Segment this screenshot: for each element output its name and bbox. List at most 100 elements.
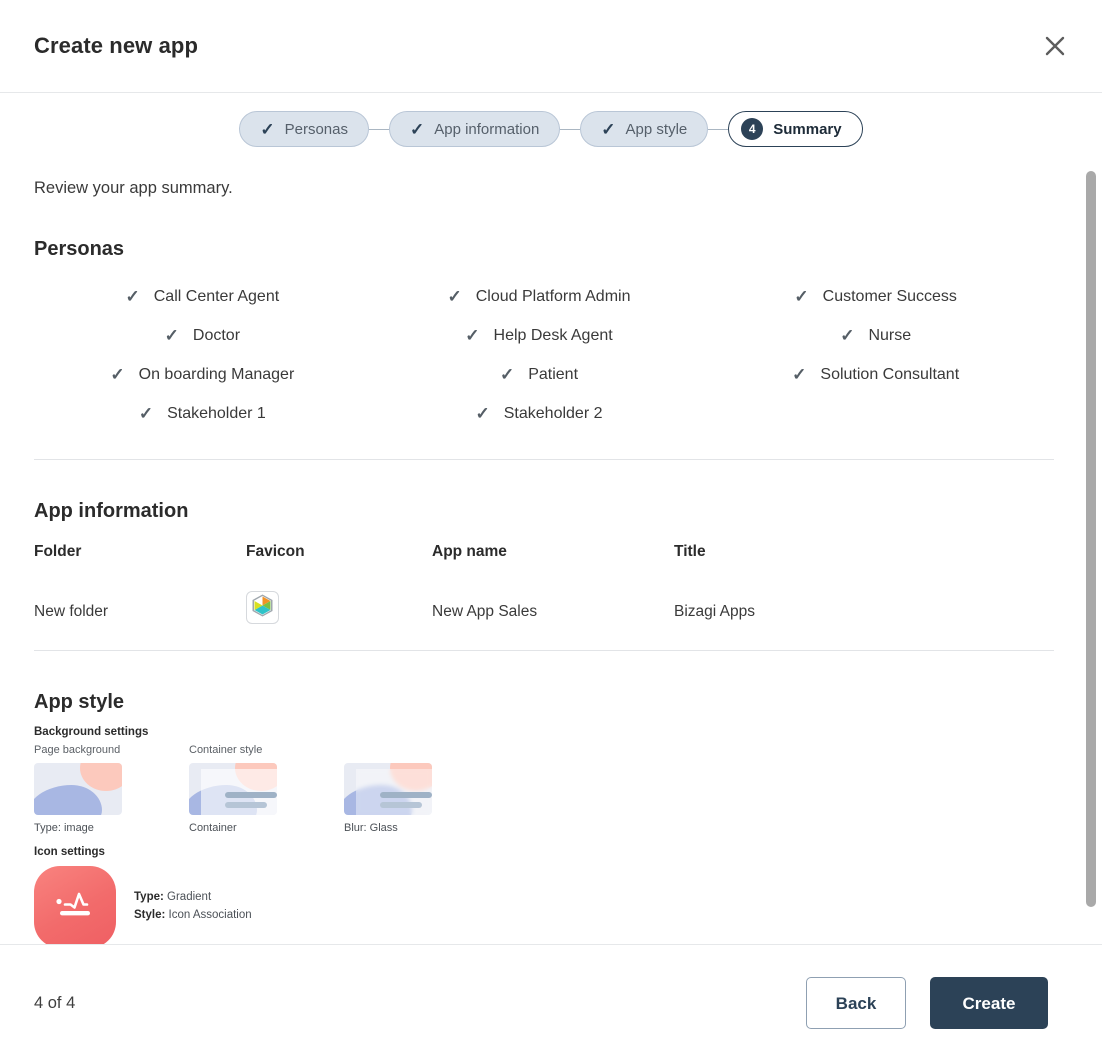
persona-item: ✓ Call Center Agent [34, 277, 371, 316]
modal-header: Create new app [0, 0, 1102, 93]
check-icon: ✓ [138, 404, 154, 423]
container-caption: Container [189, 822, 237, 834]
check-icon: ✓ [164, 326, 179, 345]
value-folder: New folder [34, 602, 109, 620]
modal-body: Review your app summary. Personas ✓ Call… [0, 157, 1102, 944]
persona-label: Help Desk Agent [493, 326, 613, 344]
icon-type-row: Type: Gradient [134, 889, 252, 907]
step-app-style[interactable]: ✓ App style [580, 111, 709, 147]
step-connector [560, 128, 581, 130]
value-favicon-cell [246, 571, 432, 624]
step-connector [368, 128, 389, 130]
persona-label: Call Center Agent [153, 287, 280, 305]
container-style-label: Container style [189, 744, 263, 756]
page-background-caption: Type: image [34, 822, 94, 834]
icon-settings-meta: Type: Gradient Style: Icon Association [134, 889, 252, 925]
step-app-information[interactable]: ✓ App information [388, 111, 561, 147]
persona-label: Solution Consultant [820, 365, 960, 383]
check-icon: ✓ [601, 119, 616, 139]
background-settings-label: Background settings [34, 726, 149, 738]
thumb-blob-shape [34, 785, 102, 815]
persona-item: ✓ Stakeholder 1 [34, 394, 371, 433]
modal-footer: 4 of 4 Back Create [0, 944, 1102, 1061]
persona-label: Cloud Platform Admin [475, 287, 631, 305]
wizard-stepper: ✓ Personas ✓ App information ✓ App style… [0, 93, 1102, 157]
blur-glass-thumbnail[interactable] [344, 763, 432, 815]
icon-style-value: Icon Association [168, 909, 252, 921]
persona-item: ✓ Cloud Platform Admin [371, 277, 708, 316]
icon-type-value: Gradient [167, 891, 212, 904]
persona-item: ✓ Solution Consultant [707, 355, 1044, 394]
section-divider [34, 459, 1054, 460]
section-divider [34, 650, 1054, 651]
thumb-bar-secondary [380, 802, 422, 808]
app-information-grid: Folder Favicon App name Title New folder [34, 543, 1054, 624]
step-personas[interactable]: ✓ Personas [239, 111, 369, 147]
icon-type-key: Type: [134, 891, 164, 904]
page-background-thumbnail[interactable] [34, 763, 122, 815]
create-new-app-modal: Create new app ✓ Personas ✓ App informat… [0, 0, 1102, 1061]
check-icon: ✓ [792, 365, 807, 384]
step-number-badge: 4 [741, 118, 764, 140]
persona-label: Doctor [192, 326, 241, 344]
persona-label: Customer Success [822, 287, 957, 305]
step-label: App style [625, 120, 688, 138]
close-icon [1044, 35, 1066, 57]
bizagi-cube-icon [252, 594, 273, 622]
step-connector [708, 128, 729, 130]
persona-label: Nurse [868, 326, 912, 344]
pulse-activity-icon [53, 890, 97, 925]
check-icon: ✓ [475, 404, 490, 423]
page-background-column: Page background Type: image [34, 744, 189, 834]
column-header-title: Title [674, 543, 706, 560]
page-count-label: 4 of 4 [34, 993, 76, 1012]
container-style-thumbnail[interactable] [189, 763, 277, 815]
check-icon: ✓ [465, 326, 480, 345]
icon-settings-row: Type: Gradient Style: Icon Association [34, 866, 1042, 944]
persona-label: Patient [528, 365, 579, 383]
step-summary[interactable]: 4 Summary [728, 111, 863, 147]
column-header-folder: Folder [34, 543, 82, 560]
favicon-thumbnail [246, 591, 279, 624]
check-icon: ✓ [499, 365, 515, 384]
value-app-name: New App Sales [432, 602, 538, 620]
check-icon: ✓ [447, 287, 462, 306]
app-information-section-title: App information [34, 500, 189, 522]
create-button[interactable]: Create [930, 977, 1048, 1029]
persona-item: ✓ Nurse [707, 316, 1044, 355]
persona-item: ✓ Doctor [34, 316, 371, 355]
scrollbar-track[interactable] [1086, 171, 1096, 934]
check-icon: ✓ [409, 119, 425, 139]
app-icon-preview[interactable] [34, 866, 116, 944]
container-style-column: Container style Container [189, 744, 344, 834]
personas-grid: ✓ Call Center Agent ✓ Cloud Platform Adm… [34, 277, 1044, 433]
summary-content: Review your app summary. Personas ✓ Call… [0, 157, 1102, 944]
page-background-label: Page background [34, 744, 121, 756]
icon-style-row: Style: Icon Association [134, 907, 252, 925]
page-title: Create new app [34, 33, 199, 58]
back-button[interactable]: Back [806, 977, 906, 1029]
check-icon: ✓ [840, 326, 855, 345]
blur-glass-column: Blur: Glass [344, 744, 499, 834]
column-header-favicon: Favicon [246, 543, 305, 560]
persona-item: ✓ Stakeholder 2 [371, 394, 708, 433]
icon-settings-label: Icon settings [34, 846, 105, 858]
check-icon: ✓ [794, 287, 809, 306]
persona-item: ✓ On boarding Manager [34, 355, 371, 394]
persona-item: ✓ Patient [371, 355, 708, 394]
app-style-section-title: App style [34, 691, 125, 713]
step-label: App information [434, 120, 540, 138]
scrollbar-thumb[interactable] [1086, 171, 1096, 907]
column-header-app-name: App name [432, 543, 507, 560]
persona-label: Stakeholder 1 [167, 404, 266, 422]
icon-style-key: Style: [134, 909, 166, 921]
persona-item: ✓ Customer Success [707, 277, 1044, 316]
close-button[interactable] [1038, 29, 1072, 63]
check-icon: ✓ [260, 119, 275, 139]
persona-label: On boarding Manager [138, 365, 295, 383]
step-label: Personas [284, 120, 348, 138]
blur-glass-spacer [344, 744, 499, 758]
personas-section-title: Personas [34, 238, 125, 260]
step-label: Summary [773, 120, 842, 138]
value-app-title: Bizagi Apps [674, 602, 755, 620]
